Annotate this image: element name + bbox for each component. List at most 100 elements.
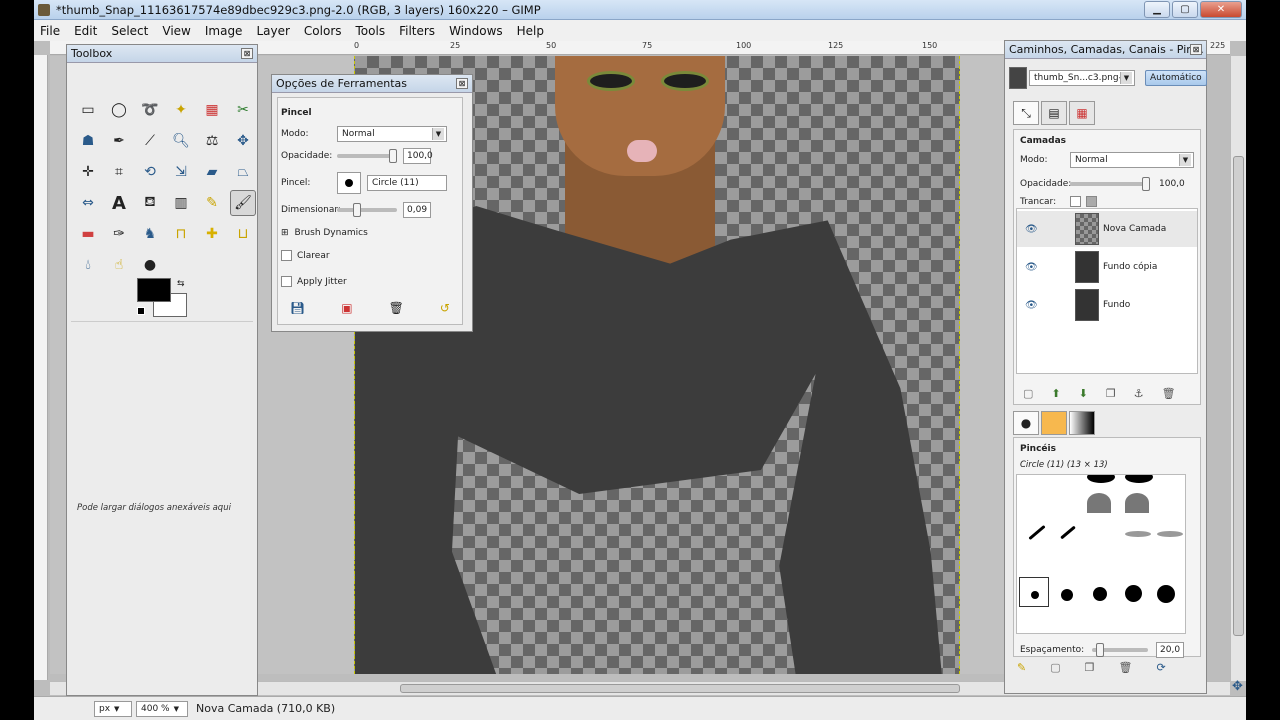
rect-select-icon[interactable]: ▭ <box>75 97 101 123</box>
close-button[interactable]: ✕ <box>1200 1 1242 18</box>
layer-row[interactable]: 👁︎ Nova Camada <box>1017 211 1197 247</box>
move-icon[interactable]: ✥ <box>230 128 256 154</box>
save-options-icon[interactable]: 💾︎ <box>290 301 305 315</box>
brush-swatch[interactable] <box>1125 531 1151 537</box>
flip-icon[interactable]: ⇔ <box>75 190 101 216</box>
shear-icon[interactable]: ▰ <box>199 159 225 185</box>
menu-help[interactable]: Help <box>517 24 544 38</box>
swap-colors-icon[interactable]: ⇆ <box>177 279 185 289</box>
jitter-checkbox[interactable] <box>281 276 292 287</box>
paths-tab-icon[interactable]: ⤡ <box>1013 101 1039 125</box>
slider-knob[interactable] <box>1142 177 1150 191</box>
layer-opacity-slider[interactable] <box>1070 177 1150 191</box>
eye-icon[interactable]: 👁︎ <box>1025 224 1039 235</box>
auto-button[interactable]: Automático <box>1145 70 1207 86</box>
paths-icon[interactable]: ✒ <box>106 128 132 154</box>
scale-icon[interactable]: ⇲ <box>168 159 194 185</box>
brush-swatch[interactable] <box>1157 585 1175 603</box>
raise-layer-icon[interactable]: ⬆ <box>1051 387 1060 400</box>
menu-tools[interactable]: Tools <box>356 24 386 38</box>
foreground-color-front[interactable] <box>137 278 171 302</box>
zoom-icon[interactable]: 🔍︎ <box>168 128 194 154</box>
lock-alpha-checkbox[interactable] <box>1086 196 1097 207</box>
align-icon[interactable]: ✛ <box>75 159 101 185</box>
edit-brush-icon[interactable]: ✎ <box>1017 661 1026 674</box>
close-icon[interactable]: ⊠ <box>456 78 468 89</box>
brush-swatch[interactable] <box>1060 525 1076 540</box>
brush-swatch[interactable] <box>1087 475 1115 483</box>
menu-file[interactable]: File <box>40 24 60 38</box>
channels-tab-icon[interactable]: ▦ <box>1069 101 1095 125</box>
size-slider[interactable] <box>337 203 397 217</box>
fuzzy-select-icon[interactable]: ✦ <box>168 97 194 123</box>
opacity-spin[interactable]: 100,0 <box>403 148 433 164</box>
delete-brush-icon[interactable]: 🗑︎ <box>1119 661 1133 674</box>
blend-icon[interactable]: ▥ <box>168 190 194 216</box>
slider-knob[interactable] <box>389 149 397 163</box>
duplicate-brush-icon[interactable]: ❐ <box>1085 661 1095 674</box>
color-select-icon[interactable]: ▦ <box>199 97 225 123</box>
dodge-burn-icon[interactable]: ● <box>137 252 163 278</box>
patterns-tab-icon[interactable] <box>1041 411 1067 435</box>
slider-knob[interactable] <box>1096 643 1104 657</box>
menu-layer[interactable]: Layer <box>256 24 289 38</box>
slider-knob[interactable] <box>353 203 361 217</box>
image-select[interactable]: thumb_Sn...c3.png-2 ▼ <box>1029 70 1135 86</box>
brush-grid[interactable] <box>1016 474 1186 634</box>
perspective-icon[interactable]: ⏢ <box>230 159 256 185</box>
foreground-select-icon[interactable]: ☗ <box>75 128 101 154</box>
crop-icon[interactable]: ⌗ <box>106 159 132 185</box>
brush-swatch[interactable] <box>1125 493 1149 513</box>
smudge-icon[interactable]: ☝ <box>106 252 132 278</box>
brush-swatch[interactable] <box>1157 531 1183 537</box>
pencil-icon[interactable]: ✎ <box>199 190 225 216</box>
delete-layer-icon[interactable]: 🗑︎ <box>1162 387 1176 400</box>
free-select-icon[interactable]: ➰ <box>137 97 163 123</box>
airbrush-icon[interactable]: ✑ <box>106 221 132 247</box>
brush-swatch[interactable] <box>1125 475 1153 483</box>
brush-swatch[interactable] <box>1061 589 1073 601</box>
spacing-slider[interactable] <box>1092 643 1148 657</box>
ellipse-select-icon[interactable]: ◯ <box>106 97 132 123</box>
ink-icon[interactable]: ♞ <box>137 221 163 247</box>
minimize-button[interactable]: ▁ <box>1144 1 1170 18</box>
heal-icon[interactable]: ✚ <box>199 221 225 247</box>
scroll-thumb[interactable] <box>400 684 960 693</box>
unit-select[interactable]: px ▼ <box>94 700 132 717</box>
menu-colors[interactable]: Colors <box>304 24 342 38</box>
eye-icon[interactable]: 👁︎ <box>1025 262 1039 273</box>
new-layer-icon[interactable]: ▢ <box>1023 387 1033 400</box>
refresh-brushes-icon[interactable]: ⟳ <box>1156 661 1165 674</box>
reset-options-icon[interactable]: ↺ <box>440 301 450 315</box>
new-brush-icon[interactable]: ▢ <box>1050 661 1060 674</box>
menu-windows[interactable]: Windows <box>449 24 503 38</box>
maximize-button[interactable]: ▢ <box>1172 1 1198 18</box>
brush-dynamics-label[interactable]: Brush Dynamics <box>295 228 368 238</box>
text-icon[interactable]: A <box>106 190 132 216</box>
lock-pixels-checkbox[interactable] <box>1070 196 1081 207</box>
layer-opacity-value[interactable]: 100,0 <box>1156 176 1185 192</box>
menu-view[interactable]: View <box>162 24 190 38</box>
reset-colors-icon[interactable] <box>137 307 145 315</box>
lower-layer-icon[interactable]: ⬇ <box>1079 387 1088 400</box>
brush-swatch[interactable] <box>1093 587 1107 601</box>
paintbrush-icon[interactable]: 🖌︎ <box>230 190 256 216</box>
close-icon[interactable]: ⊠ <box>241 48 253 59</box>
layers-tab-icon[interactable]: ▤ <box>1041 101 1067 125</box>
anchor-layer-icon[interactable]: ⚓ <box>1134 387 1144 400</box>
restore-options-icon[interactable]: ▣ <box>341 301 352 315</box>
opacity-slider[interactable] <box>337 149 397 163</box>
close-icon[interactable]: ⊠ <box>1190 44 1202 55</box>
menu-filters[interactable]: Filters <box>399 24 435 38</box>
fade-checkbox[interactable] <box>281 250 292 261</box>
size-spin[interactable]: 0,09 <box>403 202 431 218</box>
expand-icon[interactable]: ⊞ <box>281 228 289 238</box>
brush-swatch[interactable] <box>1125 585 1142 602</box>
menu-image[interactable]: Image <box>205 24 243 38</box>
menu-select[interactable]: Select <box>111 24 148 38</box>
layer-mode-select[interactable]: Normal ▼ <box>1070 152 1194 168</box>
gradients-tab-icon[interactable] <box>1069 411 1095 435</box>
blur-icon[interactable]: 💧︎ <box>75 252 101 278</box>
measure-icon[interactable]: ⚖ <box>199 128 225 154</box>
menu-edit[interactable]: Edit <box>74 24 97 38</box>
